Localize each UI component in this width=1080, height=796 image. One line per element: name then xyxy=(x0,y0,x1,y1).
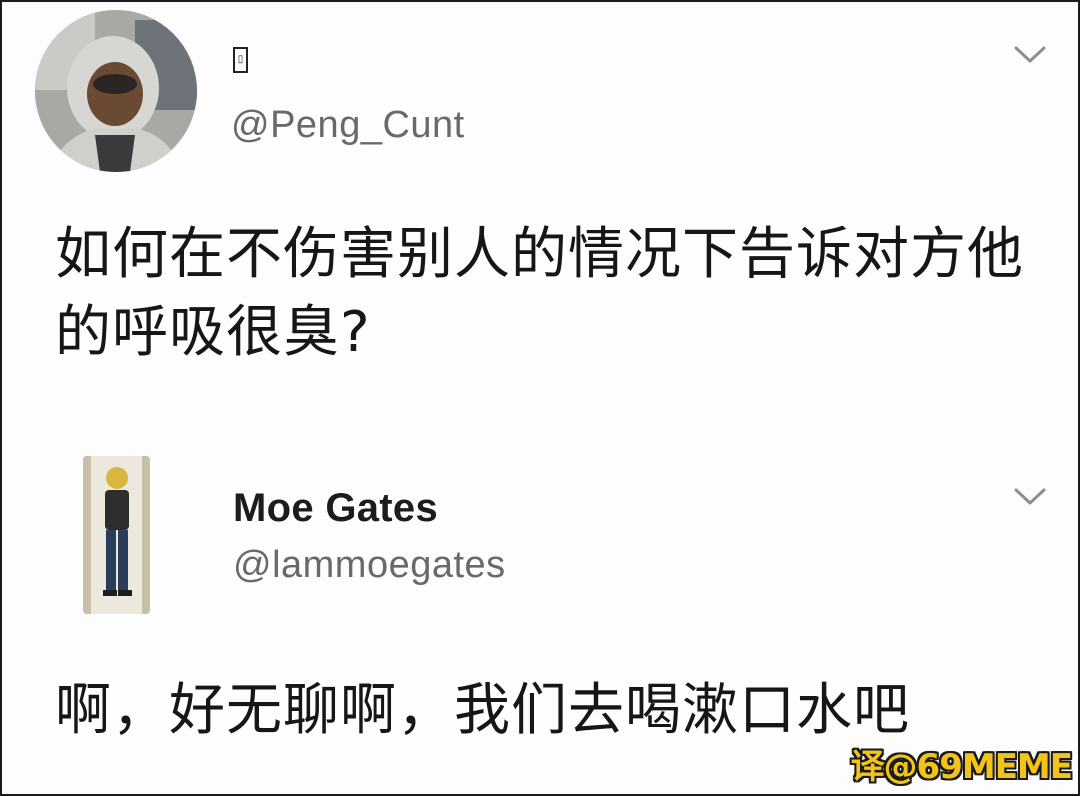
avatar[interactable] xyxy=(35,10,197,172)
user-handle[interactable]: @Peng_Cunt xyxy=(231,104,465,147)
chevron-down-icon[interactable] xyxy=(1012,44,1048,66)
avatar-photo-icon xyxy=(83,456,150,614)
watermark: 译@69MEME xyxy=(850,747,1073,787)
display-name-glyph[interactable]: ▯ xyxy=(233,47,248,73)
avatar-photo-icon xyxy=(35,10,197,172)
tweet-text: 如何在不伤害别人的情况下告诉对方他的呼吸很臭? xyxy=(55,222,1024,365)
chevron-down-icon[interactable] xyxy=(1012,486,1048,508)
avatar[interactable] xyxy=(83,456,150,614)
user-handle[interactable]: @lammoegates xyxy=(233,544,506,587)
display-name[interactable]: Moe Gates xyxy=(233,486,438,531)
